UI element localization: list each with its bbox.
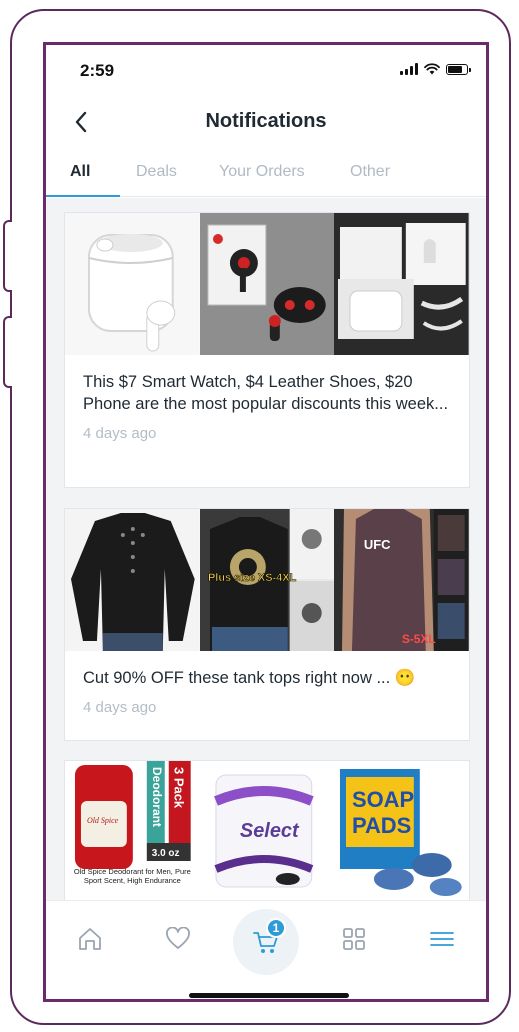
wishlist-nav-button[interactable] xyxy=(158,919,198,959)
cart-nav-button[interactable]: 1 xyxy=(233,909,299,975)
categories-nav-button[interactable] xyxy=(334,919,374,959)
notification-card[interactable]: This $7 Smart Watch, $4 Leather Shoes, $… xyxy=(64,212,470,488)
tab-bar: All Deals Your Orders Other xyxy=(46,153,486,197)
app-screen: 2:59 Notifications All Deals Your Orders… xyxy=(43,42,489,1002)
volume-up-button xyxy=(3,220,12,292)
product-image-earbuds-box xyxy=(334,213,470,355)
notification-text: Cut 90% OFF these tank tops right now ..… xyxy=(83,669,416,687)
menu-nav-button[interactable] xyxy=(422,919,462,959)
product-image-earbuds-red-black xyxy=(199,213,335,355)
heart-icon xyxy=(166,927,190,949)
product-image-deodorant: Old Spice Deodorant 3 Pack 3.0 oz Old Sp… xyxy=(65,761,200,900)
deodorant-caption: Old Spice Deodorant for Men, Pure Sport … xyxy=(73,867,191,885)
notification-time: 4 days ago xyxy=(83,425,157,442)
notification-images xyxy=(65,213,470,355)
size-range-label: S-5XL xyxy=(402,632,436,646)
tab-other[interactable]: Other xyxy=(350,163,390,181)
wifi-icon xyxy=(424,63,440,75)
menu-icon xyxy=(430,932,454,946)
notification-card[interactable]: Plus size XS-4XL UFC S-5XL Cut 90% OFF t… xyxy=(64,508,470,741)
tab-deals[interactable]: Deals xyxy=(136,163,177,181)
product-image-earbuds-white xyxy=(65,213,200,355)
home-icon xyxy=(79,928,101,950)
battery-icon xyxy=(446,63,471,75)
deodorant-size-label: 3.0 oz xyxy=(152,848,180,859)
notification-images: Plus size XS-4XL UFC S-5XL xyxy=(65,509,470,651)
home-indicator xyxy=(189,993,349,998)
pads-word-label: PADS xyxy=(352,813,411,838)
product-image-paper-towels: Select xyxy=(199,761,335,900)
bottom-nav: 1 xyxy=(46,900,486,999)
signal-icon xyxy=(400,63,418,75)
product-image-black-henley-shirt xyxy=(65,509,200,651)
header: Notifications xyxy=(46,101,486,145)
active-tab-indicator xyxy=(46,195,120,197)
notification-text: This $7 Smart Watch, $4 Leather Shoes, $… xyxy=(83,373,449,413)
notification-images: Old Spice Deodorant 3 Pack 3.0 oz Old Sp… xyxy=(65,761,470,900)
product-image-ufc-tank-top: UFC S-5XL xyxy=(334,509,470,651)
grid-icon xyxy=(343,928,365,950)
deodorant-word-label: Deodorant xyxy=(150,767,164,827)
volume-down-button xyxy=(3,316,12,388)
notification-feed[interactable]: This $7 Smart Watch, $4 Leather Shoes, $… xyxy=(46,198,486,900)
tab-all[interactable]: All xyxy=(70,163,90,181)
soap-word-label: SOAP xyxy=(352,787,414,812)
notification-card[interactable]: Old Spice Deodorant 3 Pack 3.0 oz Old Sp… xyxy=(64,760,470,900)
towel-brand-label: Select xyxy=(240,820,300,842)
product-image-printed-tshirts: Plus size XS-4XL xyxy=(199,509,335,651)
svg-text:Old Spice: Old Spice xyxy=(87,816,119,825)
notification-time: 4 days ago xyxy=(83,699,157,716)
product-image-soap-pads: SOAP PADS xyxy=(334,761,470,900)
status-icons xyxy=(400,63,471,75)
deodorant-pack-label: 3 Pack xyxy=(172,767,187,809)
cart-count-badge: 1 xyxy=(266,918,286,938)
page-title: Notifications xyxy=(205,110,327,132)
tab-your-orders[interactable]: Your Orders xyxy=(219,163,305,181)
ufc-label: UFC xyxy=(364,537,391,552)
status-bar: 2:59 xyxy=(46,45,486,101)
status-time: 2:59 xyxy=(80,61,115,80)
plus-size-label: Plus size XS-4XL xyxy=(208,572,297,584)
home-nav-button[interactable] xyxy=(70,919,110,959)
